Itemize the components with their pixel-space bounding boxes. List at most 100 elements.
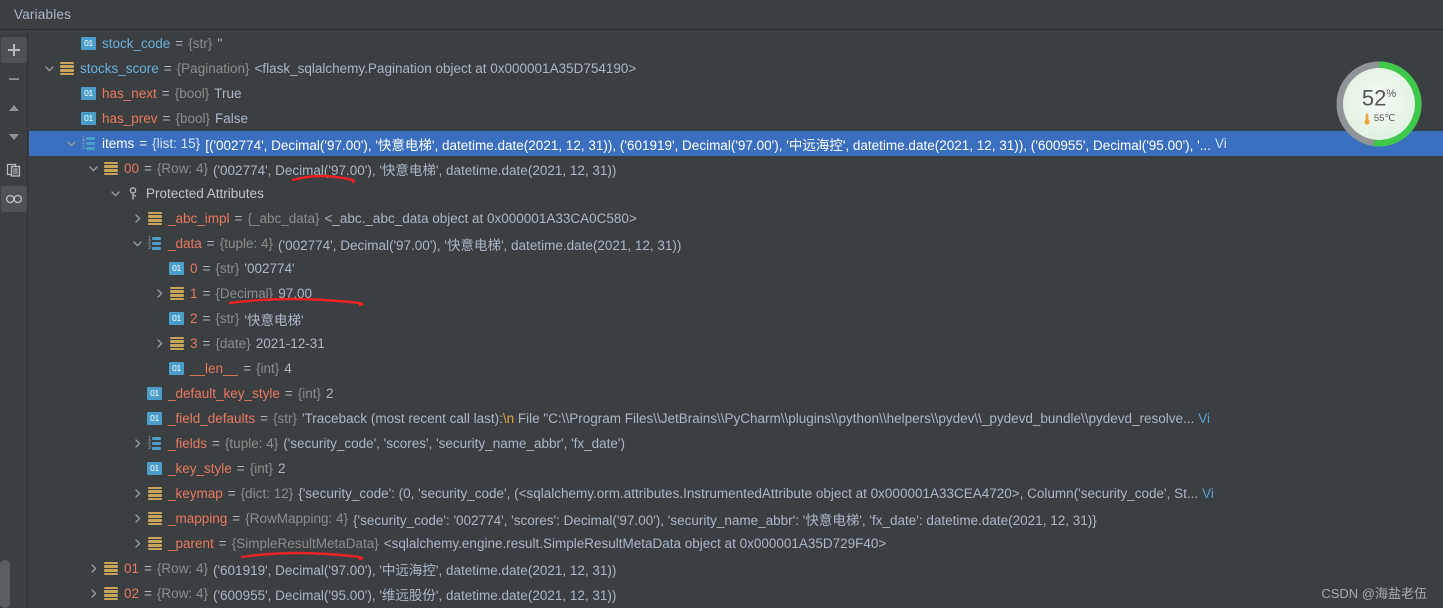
tree-row[interactable]: 00 = {Row: 4} ('002774', Decimal('97.00'), … (29, 156, 1443, 181)
tree-row[interactable]: _abc_impl = {_abc_data} <_abc._abc_data obj… (29, 206, 1443, 231)
glasses-icon (5, 194, 22, 204)
equals-sign: = (284, 386, 293, 401)
tree-row[interactable]: 1 = {Decimal} 97.00 (29, 281, 1443, 306)
chevron-right-icon[interactable] (129, 538, 145, 549)
gauge-temperature: 55℃ (1363, 113, 1395, 125)
list-icon: 123 (79, 136, 98, 151)
object-icon (145, 486, 164, 501)
tab-variables[interactable]: Variables (14, 7, 71, 22)
equals-sign: = (232, 511, 241, 526)
tree-row[interactable]: 01 has_prev = {bool} False (29, 106, 1443, 131)
chevron-down-icon[interactable] (85, 163, 101, 174)
tree-row[interactable]: 1 2 3 _data = {tuple: 4} ('002774', Decimal('9… (29, 231, 1443, 256)
move-down-button[interactable] (1, 124, 27, 150)
tree-row[interactable]: Protected Attributes (29, 181, 1443, 206)
variable-value: {'security_code': '002774', 'scores': De… (353, 512, 1097, 528)
variable-type: {RowMapping: 4} (245, 511, 349, 526)
tree-row[interactable]: 01 stock_code = {str} '' (29, 31, 1443, 56)
chevron-right-icon[interactable] (151, 288, 167, 299)
gauge-percent-unit: % (1386, 88, 1397, 101)
equals-sign: = (144, 561, 152, 576)
primitive-01-icon: 01 (167, 362, 186, 375)
tree-row[interactable]: stocks_score = {Pagination} <flask_sqlalche… (29, 56, 1443, 81)
thermometer-icon (1364, 113, 1370, 125)
view-value-link[interactable]: Vi (1202, 486, 1214, 501)
variables-tree[interactable]: 01 stock_code = {str} '' stocks_score = {Pagina… (29, 31, 1443, 608)
variable-type: {str} (188, 36, 213, 51)
variable-name: has_prev (102, 111, 158, 126)
variable-value: '002774' (244, 261, 295, 276)
equals-sign: = (202, 336, 211, 351)
chevron-right-icon[interactable] (129, 513, 145, 524)
protected-key-icon (123, 186, 142, 201)
equals-sign: = (163, 61, 172, 76)
variable-value: [('002774', Decimal('97.00'), '快意电梯', da… (205, 137, 1211, 153)
variable-value: True (214, 86, 242, 101)
remove-watch-button[interactable] (1, 66, 27, 92)
tree-row[interactable]: 3 = {date} 2021-12-31 (29, 331, 1443, 356)
object-icon (167, 286, 186, 301)
chevron-down-icon[interactable] (107, 188, 123, 199)
variable-value: ('601919', Decimal('97.00'), '中远海控', dat… (212, 562, 617, 578)
arrow-up-icon (8, 105, 19, 111)
tree-row[interactable]: 02 = {Row: 4} ('600955', Decimal('95.00'), … (29, 581, 1443, 606)
arrow-down-icon (8, 134, 19, 140)
copy-value-button[interactable] (1, 157, 27, 183)
move-up-button[interactable] (1, 95, 27, 121)
tree-row[interactable]: 01 __len__ = {int} 4 (29, 356, 1443, 381)
tree-row[interactable]: 01 has_next = {bool} True (29, 81, 1443, 106)
tree-row[interactable]: 01 2 = {str} '快意电梯' (29, 306, 1443, 331)
variable-value: 4 (284, 361, 292, 376)
variable-value: 2 (277, 461, 286, 476)
tree-row[interactable]: 01 _default_key_style = {int} 2 (29, 381, 1443, 406)
inline-watches-button[interactable] (0, 186, 27, 212)
tree-row[interactable]: 01 0 = {str} '002774' (29, 256, 1443, 281)
variable-type: {str} (215, 311, 240, 326)
object-icon (57, 61, 76, 76)
tree-row[interactable]: _mapping = {RowMapping: 4} {'security_code'… (29, 506, 1443, 531)
variable-name: 00 (124, 161, 140, 176)
view-value-link[interactable]: Vi (1215, 136, 1227, 151)
toolbar-scrollbar[interactable] (0, 560, 10, 608)
variable-value: <sqlalchemy.engine.result.SimpleResultMe… (383, 536, 887, 551)
equals-sign: = (243, 361, 251, 376)
tree-row[interactable]: 01 _key_style = {int} 2 (29, 456, 1443, 481)
chevron-right-icon[interactable] (85, 588, 101, 599)
chevron-right-icon[interactable] (129, 488, 145, 499)
variable-value: 2021-12-31 (255, 336, 325, 351)
chevron-down-icon[interactable] (41, 63, 57, 74)
variable-name: _field_defaults (168, 411, 256, 426)
variable-type: {Row: 4} (156, 161, 208, 176)
equals-sign: = (218, 536, 227, 551)
object-icon (145, 536, 164, 551)
chevron-right-icon[interactable] (85, 563, 101, 574)
tree-row[interactable]: 01 = {Row: 4} ('601919', Decimal('97.00'), … (29, 556, 1443, 581)
variable-name: stocks_score (80, 61, 159, 76)
variable-value: '快意电梯' (244, 312, 304, 328)
chevron-right-icon[interactable] (151, 338, 167, 349)
equals-sign: = (227, 486, 236, 501)
variable-value: ('002774', Decimal('97.00'), '快意电梯', dat… (212, 162, 617, 178)
plus-icon (7, 44, 20, 56)
tree-row[interactable]: _keymap = {dict: 12} {'security_code': (0, … (29, 481, 1443, 506)
add-watch-button[interactable] (0, 37, 27, 63)
variable-name: 02 (124, 586, 140, 601)
variable-name: _fields (168, 436, 208, 451)
tree-row[interactable]: 01 _field_defaults = {str} 'Traceback (most … (29, 406, 1443, 431)
variable-type: {list: 15} (152, 136, 201, 151)
chevron-right-icon[interactable] (129, 213, 145, 224)
chevron-down-icon[interactable] (129, 238, 145, 249)
tree-row[interactable]: 1 2 3 items = {list: 15} [('002774', Decimal('… (29, 131, 1443, 156)
equals-sign: = (175, 36, 184, 51)
variable-name: items (102, 136, 135, 151)
variable-name: _parent (168, 536, 214, 551)
chevron-down-icon[interactable] (63, 138, 79, 149)
object-icon (145, 211, 164, 226)
variable-type: {SimpleResultMetaData} (231, 536, 379, 551)
variable-type: {int} (255, 361, 280, 376)
view-value-link[interactable]: Vi (1198, 411, 1210, 426)
primitive-01-icon: 01 (145, 412, 164, 425)
tree-row[interactable]: _parent = {SimpleResultMetaData} <sqlalchem… (29, 531, 1443, 556)
chevron-right-icon[interactable] (129, 438, 145, 449)
tree-row[interactable]: 1 2 3 _fields = {tuple: 4} ('security_code', '… (29, 431, 1443, 456)
